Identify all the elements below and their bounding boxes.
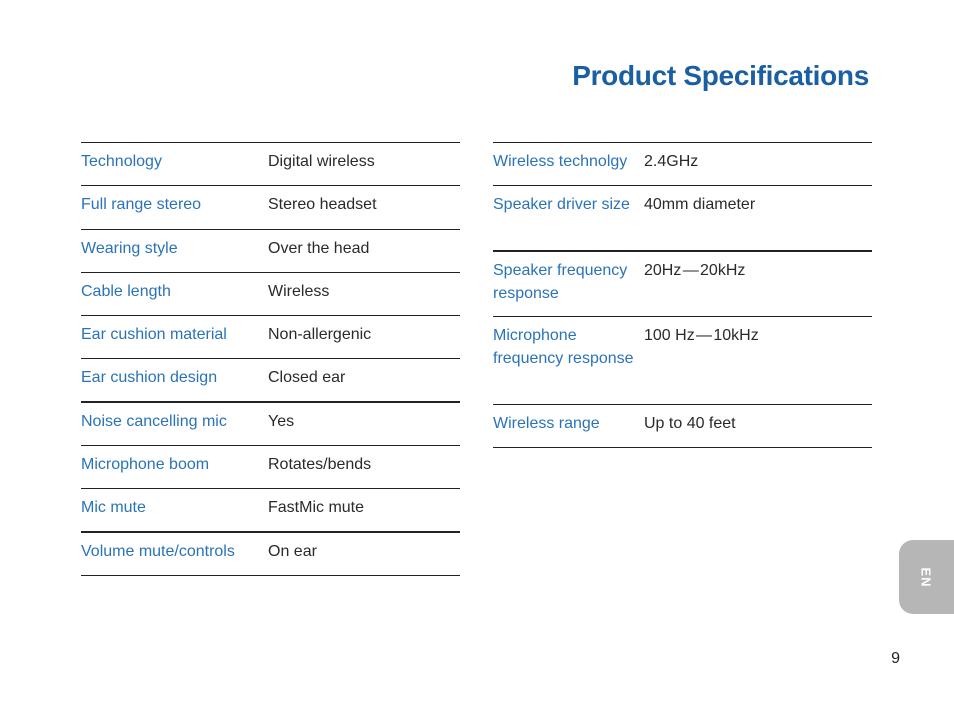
spec-row: Ear cushion design Closed ear <box>81 359 460 403</box>
spec-value: Wireless <box>268 282 330 300</box>
page-title: Product Specifications <box>572 60 869 91</box>
spec-label: Speaker driver size <box>493 196 630 213</box>
spec-label: Ear cushion design <box>81 369 218 387</box>
spec-value: 100 Hz — 10kHz <box>644 327 759 344</box>
spec-value: 20Hz — 20kHz <box>644 262 746 279</box>
spec-row: Mic mute FastMic mute <box>81 489 460 533</box>
spec-value: Over the head <box>268 239 370 257</box>
spec-row: Wireless technolgy 2.4GHz <box>493 143 872 186</box>
spec-value: Yes <box>268 412 295 430</box>
spec-row: Speaker frequency response 20Hz — 20kHz <box>493 252 872 317</box>
spec-label: Wearing style <box>81 239 178 257</box>
spec-row: Full range stereo Stereo headset <box>81 186 460 230</box>
spec-row: Ear cushion material Non-allergenic <box>81 316 460 360</box>
spec-row: Volume mute/controls On ear <box>81 533 460 576</box>
spec-row: Technology Digital wireless <box>81 143 460 187</box>
spec-value: Digital wireless <box>268 153 375 170</box>
spec-value: 2.4GHz <box>644 153 699 170</box>
spec-label: Wireless technolgy <box>493 153 628 170</box>
spec-label: Full range stereo <box>81 196 202 214</box>
spec-row: Microphone boom Rotates/bends <box>81 446 460 490</box>
spec-label: Speaker frequency response <box>493 262 628 302</box>
spec-row: Cable length Wireless <box>81 273 460 317</box>
spec-table-left: Technology Digital wireless Full range s… <box>81 142 460 576</box>
spec-row: Wireless range Up to 40 feet <box>493 405 872 448</box>
spec-value: FastMic mute <box>268 499 365 517</box>
spec-value: Up to 40 feet <box>644 415 736 432</box>
spec-label: Volume mute/controls <box>81 542 235 560</box>
spec-label: Technology <box>81 153 162 170</box>
spec-row: Speaker driver size 40mm diameter <box>493 186 872 252</box>
page-number: 9 <box>891 650 900 667</box>
spec-row: Microphone frequency response 100 Hz — 1… <box>493 317 872 405</box>
spec-row: Noise cancelling mic Yes <box>81 403 460 447</box>
spec-label: Cable length <box>81 282 171 300</box>
spec-value: On ear <box>268 542 317 560</box>
spec-value: Stereo headset <box>268 196 377 214</box>
spec-label: Ear cushion material <box>81 326 227 344</box>
spec-label: Wireless range <box>493 415 600 432</box>
spec-label: Mic mute <box>81 499 146 517</box>
spec-value: Closed ear <box>268 369 346 387</box>
spec-value: Rotates/bends <box>268 456 372 474</box>
spec-value: Non-allergenic <box>268 326 372 344</box>
spec-table-right: Wireless technolgy 2.4GHz Speaker driver… <box>493 142 872 448</box>
language-tab[interactable]: EN <box>899 540 954 614</box>
spec-label: Microphone boom <box>81 456 210 474</box>
spec-label: Noise cancelling mic <box>81 412 227 430</box>
language-tab-label: EN <box>919 566 934 588</box>
spec-row: Wearing style Over the head <box>81 230 460 273</box>
spec-label: Microphone frequency response <box>493 327 634 367</box>
spec-value: 40mm diameter <box>644 196 756 213</box>
